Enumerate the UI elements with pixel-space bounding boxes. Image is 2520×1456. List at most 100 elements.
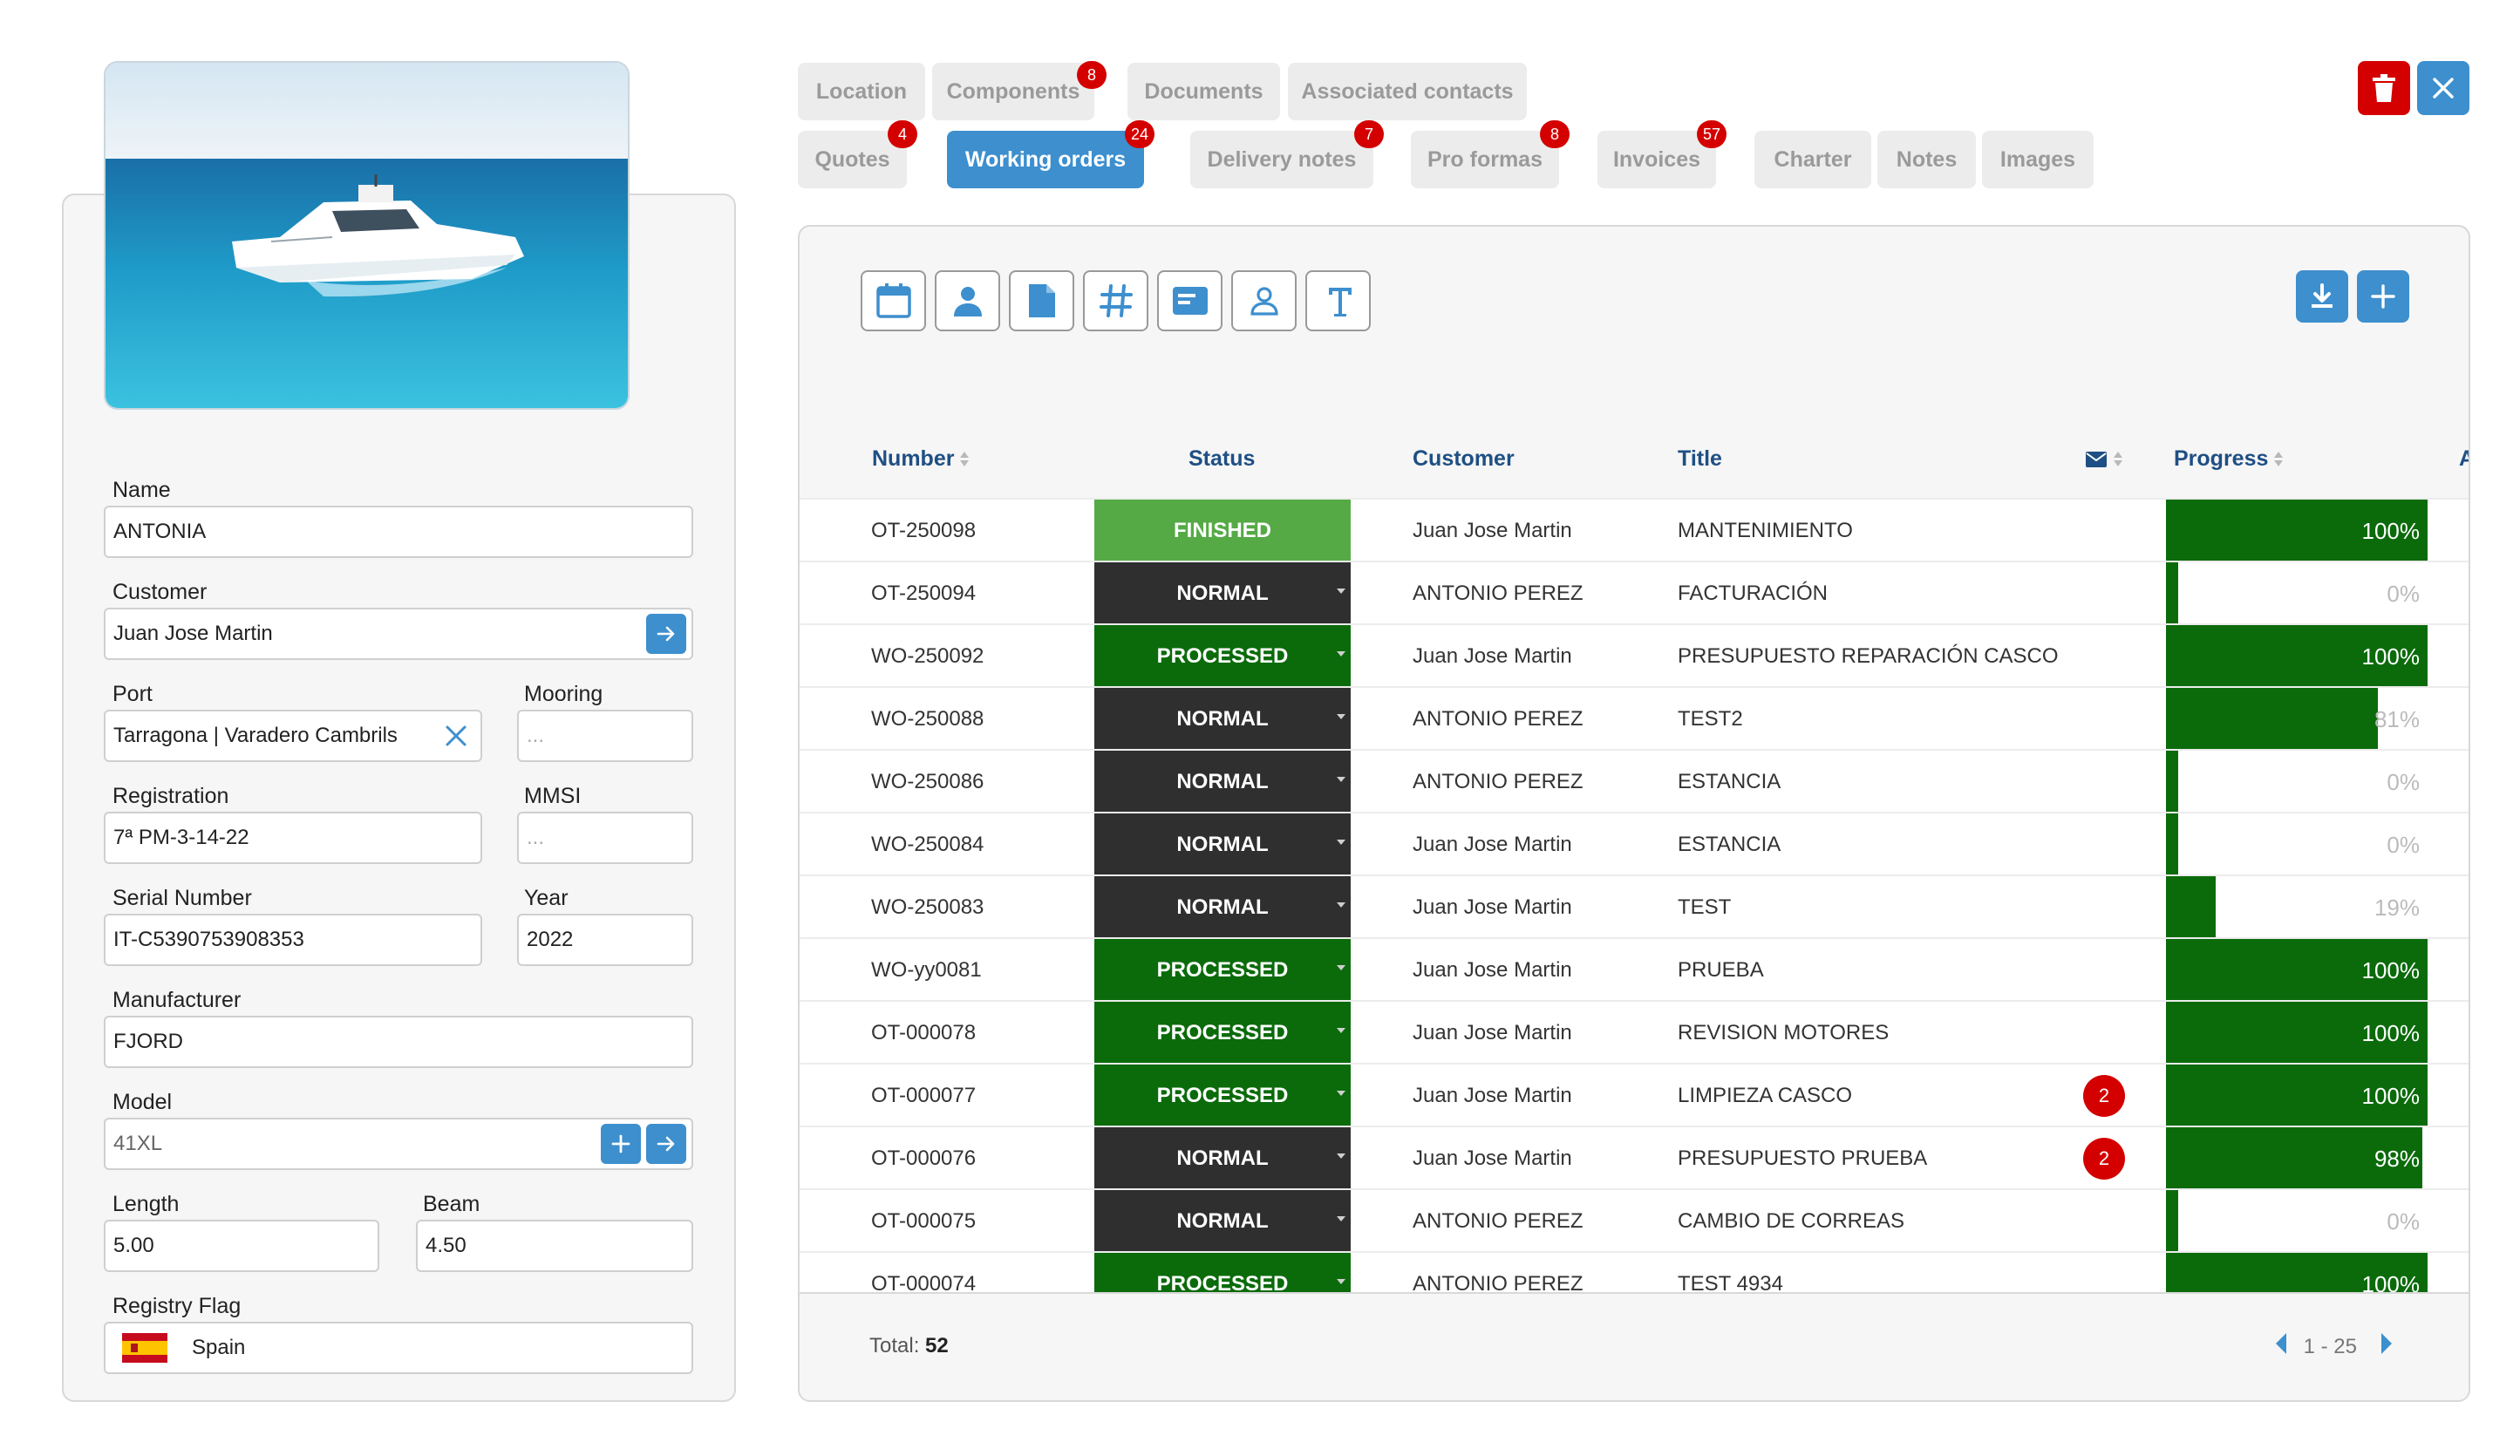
status-select[interactable]: NORMAL: [1094, 1127, 1351, 1190]
status-select[interactable]: NORMAL: [1094, 751, 1351, 813]
progress-fill: [2166, 876, 2216, 939]
progress-fill: [2166, 1190, 2178, 1253]
length-label: Length: [112, 1192, 180, 1216]
status-select[interactable]: PROCESSED: [1094, 1002, 1351, 1065]
quotes-count-badge: 4: [888, 120, 917, 148]
table-row[interactable]: OT-000074 PROCESSED ANTONIO PEREZ TEST 4934…: [800, 1251, 2469, 1293]
port-field[interactable]: Tarragona | Varadero Cambrils: [104, 710, 482, 762]
tab-location[interactable]: Location: [798, 63, 925, 120]
length-field[interactable]: 5.00: [104, 1220, 379, 1272]
status-select[interactable]: NORMAL: [1094, 562, 1351, 625]
table-row[interactable]: OT-000078 PROCESSED Juan Jose Martin REVISI…: [800, 1000, 2469, 1065]
port-clear-button[interactable]: [439, 718, 473, 753]
status-select[interactable]: NORMAL: [1094, 1190, 1351, 1253]
model-add-button[interactable]: [601, 1124, 641, 1164]
order-title: LIMPIEZA CASCO: [1678, 1084, 1853, 1107]
status-select[interactable]: PROCESSED: [1094, 939, 1351, 1002]
customer-field[interactable]: Juan Jose Martin: [104, 608, 693, 660]
chevron-down-icon: [1337, 714, 1345, 719]
status-select[interactable]: PROCESSED: [1094, 1253, 1351, 1292]
progress-label: 100%: [2361, 1270, 2421, 1293]
table-row[interactable]: WO-250088 NORMAL ANTONIO PEREZ TEST2 81%: [800, 686, 2469, 751]
table-row[interactable]: WO-250086 NORMAL ANTONIO PEREZ ESTANCIA 0%: [800, 749, 2469, 813]
next-page-button[interactable]: [2380, 1332, 2394, 1361]
order-customer: Juan Jose Martin: [1413, 958, 1572, 982]
status-select[interactable]: NORMAL: [1094, 876, 1351, 939]
chevron-down-icon: [1337, 777, 1345, 782]
mmsi-field[interactable]: ...: [517, 812, 693, 864]
tab-documents[interactable]: Documents: [1127, 63, 1280, 120]
model-field[interactable]: 41XL: [104, 1118, 693, 1170]
customer-open-button[interactable]: [646, 614, 686, 654]
table-row[interactable]: OT-250094 NORMAL ANTONIO PEREZ FACTURACIÓN 0…: [800, 561, 2469, 625]
beam-field[interactable]: 4.50: [416, 1220, 693, 1272]
status-select[interactable]: FINISHED: [1094, 500, 1351, 562]
tab-components[interactable]: Components 8: [932, 61, 1107, 120]
tab-images[interactable]: Images: [1982, 131, 2094, 188]
filter-user-button[interactable]: [935, 270, 1000, 331]
message-count-badge[interactable]: 2: [2083, 1138, 2125, 1180]
filter-number-button[interactable]: [1083, 270, 1148, 331]
filter-contact-button[interactable]: [1231, 270, 1297, 331]
tab-notes[interactable]: Notes: [1877, 131, 1976, 188]
progress-label: 100%: [2361, 517, 2421, 544]
name-field[interactable]: ANTONIA: [104, 506, 693, 558]
year-field[interactable]: 2022: [517, 914, 693, 966]
progress-bar: 81%: [2166, 688, 2432, 751]
model-open-button[interactable]: [646, 1124, 686, 1164]
order-number: WO-250084: [871, 833, 984, 856]
tab-associated-contacts[interactable]: Associated contacts: [1288, 63, 1527, 120]
chevron-down-icon: [1337, 965, 1345, 970]
tab-invoices[interactable]: Invoices 57: [1597, 120, 1727, 188]
filter-date-button[interactable]: [861, 270, 926, 331]
registration-field[interactable]: 7ª PM-3-14-22: [104, 812, 482, 864]
table-row[interactable]: OT-000076 NORMAL Juan Jose Martin PRESUPUES…: [800, 1126, 2469, 1190]
table-row[interactable]: WO-250084 NORMAL Juan Jose Martin ESTANCIA 0…: [800, 812, 2469, 876]
plus-icon: [2371, 284, 2395, 309]
chevron-down-icon: [1337, 902, 1345, 908]
filter-text-button[interactable]: [1305, 270, 1371, 331]
status-select[interactable]: PROCESSED: [1094, 625, 1351, 688]
total-count: Total: 52: [869, 1334, 949, 1357]
tab-quotes[interactable]: Quotes 4: [798, 120, 917, 188]
status-select[interactable]: PROCESSED: [1094, 1065, 1351, 1127]
column-header-progress[interactable]: Progress: [2174, 446, 2284, 472]
tab-delivery-notes[interactable]: Delivery notes 7: [1190, 120, 1384, 188]
table-row[interactable]: OT-000077 PROCESSED Juan Jose Martin LIMPIE…: [800, 1063, 2469, 1127]
port-label: Port: [112, 682, 153, 706]
table-row[interactable]: WO-250092 PROCESSED Juan Jose Martin PRESUP…: [800, 623, 2469, 688]
download-button[interactable]: [2296, 270, 2348, 323]
add-working-order-button[interactable]: [2357, 270, 2409, 323]
close-button[interactable]: [2417, 61, 2469, 115]
filter-document-button[interactable]: [1009, 270, 1074, 331]
filter-card-button[interactable]: [1157, 270, 1223, 331]
manufacturer-field[interactable]: FJORD: [104, 1016, 693, 1068]
delivery-notes-count-badge: 7: [1354, 120, 1384, 148]
chevron-down-icon: [1337, 1216, 1345, 1221]
tab-charter[interactable]: Charter: [1754, 131, 1871, 188]
registry-flag-field[interactable]: Spain: [104, 1322, 693, 1374]
hash-icon: [1099, 284, 1133, 317]
order-customer: ANTONIO PEREZ: [1413, 770, 1584, 793]
column-header-customer: Customer: [1413, 446, 1515, 471]
table-row[interactable]: WO-250083 NORMAL Juan Jose Martin TEST 19%: [800, 874, 2469, 939]
serial-number-field[interactable]: IT-C5390753908353: [104, 914, 482, 966]
table-row[interactable]: OT-250098 FINISHED Juan Jose Martin MANTENI…: [800, 498, 2469, 562]
order-title: ESTANCIA: [1678, 770, 1781, 793]
tab-working-orders[interactable]: Working orders 24: [947, 120, 1154, 188]
mooring-field[interactable]: ...: [517, 710, 693, 762]
column-header-number[interactable]: Number: [872, 446, 970, 472]
order-customer: Juan Jose Martin: [1413, 1084, 1572, 1107]
status-select[interactable]: NORMAL: [1094, 688, 1351, 751]
progress-bar: 98%: [2166, 1127, 2432, 1190]
table-row[interactable]: WO-yy0081 PROCESSED Juan Jose Martin PRUEBA…: [800, 937, 2469, 1002]
close-icon: [2433, 78, 2454, 99]
delete-button[interactable]: [2358, 61, 2410, 115]
tab-pro-formas[interactable]: Pro formas 8: [1411, 120, 1570, 188]
table-row[interactable]: OT-000075 NORMAL ANTONIO PEREZ CAMBIO DE CO…: [800, 1188, 2469, 1253]
column-header-messages[interactable]: [2085, 446, 2123, 472]
pro-formas-count-badge: 8: [1540, 120, 1570, 148]
status-select[interactable]: NORMAL: [1094, 813, 1351, 876]
message-count-badge[interactable]: 2: [2083, 1075, 2125, 1117]
prev-page-button[interactable]: [2274, 1332, 2288, 1361]
